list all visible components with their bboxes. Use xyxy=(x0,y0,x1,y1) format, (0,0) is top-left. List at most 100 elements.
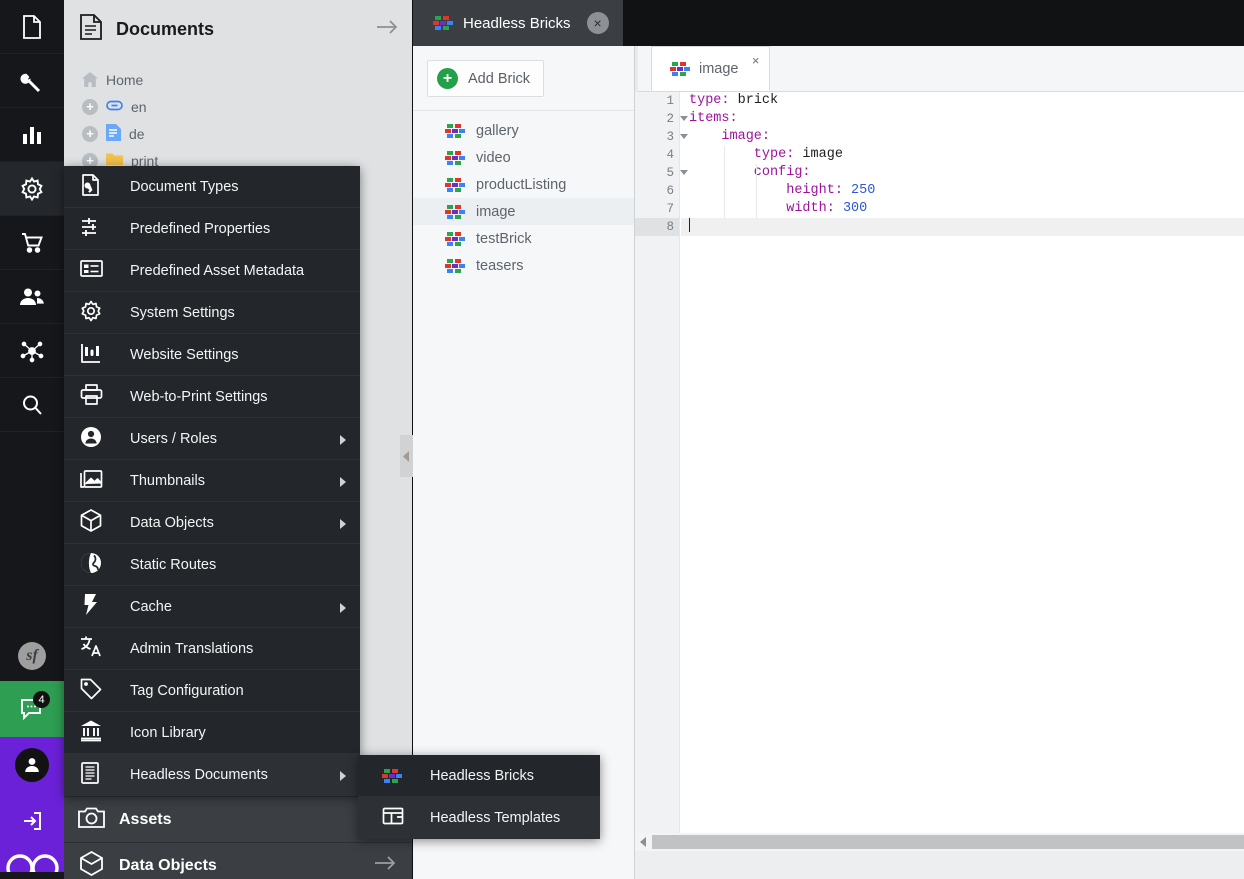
submenu-item-headless-templates[interactable]: Headless Templates xyxy=(358,797,600,839)
rail-symfony-logo[interactable]: sf xyxy=(0,631,64,681)
brick-list-item[interactable]: gallery xyxy=(413,117,634,144)
rail-item-settings[interactable] xyxy=(0,162,64,216)
brick-list-item[interactable]: image xyxy=(413,198,634,225)
menu-item-icon-wrap xyxy=(80,509,130,536)
cube-icon xyxy=(80,509,102,536)
code-token: height: xyxy=(689,183,843,198)
code-line: width: 300 xyxy=(681,200,1244,218)
menu-item-cache[interactable]: Cache xyxy=(64,586,360,628)
rail-item-customers[interactable] xyxy=(0,270,64,324)
brick-list: gallery video productListing image testBrick… xyxy=(413,110,634,279)
menu-item-web-to-print-settings[interactable]: Web-to-Print Settings xyxy=(64,376,360,418)
translate-icon xyxy=(80,635,102,662)
menu-item-icon-library[interactable]: Icon Library xyxy=(64,712,360,754)
documents-panel-header[interactable]: Documents xyxy=(64,0,412,58)
scrollbar-thumb[interactable] xyxy=(652,835,1244,849)
menu-item-document-types[interactable]: Document Types xyxy=(64,166,360,208)
brick-list-item-label: productListing xyxy=(476,176,567,193)
add-brick-button[interactable]: + Add Brick xyxy=(427,60,545,97)
menu-item-data-objects[interactable]: Data Objects xyxy=(64,502,360,544)
brick-list-item[interactable]: productListing xyxy=(413,171,634,198)
brick-icon xyxy=(445,231,465,246)
close-icon[interactable]: × xyxy=(752,53,760,68)
text-caret xyxy=(689,218,690,232)
rail-item-notifications[interactable]: 4 xyxy=(0,681,64,737)
rail-brand-logo xyxy=(0,848,64,872)
menu-item-icon-wrap xyxy=(80,762,130,788)
code-line: items: xyxy=(681,110,1244,128)
rail-item-reports[interactable] xyxy=(0,108,64,162)
website-icon xyxy=(80,342,102,368)
rail-item-documents[interactable] xyxy=(0,0,64,54)
menu-item-website-settings[interactable]: Website Settings xyxy=(64,334,360,376)
scroll-left-icon[interactable] xyxy=(635,833,652,851)
brick-list-item[interactable]: teasers xyxy=(413,252,634,279)
bolt-icon xyxy=(80,593,101,620)
menu-item-system-settings[interactable]: System Settings xyxy=(64,292,360,334)
code-token: width: xyxy=(689,201,835,216)
chevron-right-icon xyxy=(340,771,346,781)
expand-icon[interactable]: + xyxy=(82,125,98,142)
tree-row[interactable]: Home xyxy=(64,66,412,93)
code-line: type: brick xyxy=(681,92,1244,110)
menu-item-predefined-properties[interactable]: Predefined Properties xyxy=(64,208,360,250)
menu-item-static-routes[interactable]: Static Routes xyxy=(64,544,360,586)
menu-item-users-roles[interactable]: Users / Roles xyxy=(64,418,360,460)
panel-collapse-handle[interactable] xyxy=(400,435,413,477)
settings-context-menu: Document Types Predefined Properties Prede… xyxy=(64,166,360,796)
brick-list-item[interactable]: video xyxy=(413,144,634,171)
data-objects-panel-header[interactable]: Data Objects xyxy=(64,842,412,879)
tree-row[interactable]: + de xyxy=(64,120,412,147)
menu-item-predefined-asset-metadata[interactable]: Predefined Asset Metadata xyxy=(64,250,360,292)
documents-tree: Home + en + de + print xyxy=(64,58,412,174)
menu-item-icon-wrap xyxy=(80,552,130,578)
brick-list-item-label: image xyxy=(476,203,516,220)
metadata-icon xyxy=(80,258,103,283)
brick-list-item-label: gallery xyxy=(476,122,519,139)
menu-item-thumbnails[interactable]: Thumbnails xyxy=(64,460,360,502)
code-token: brick xyxy=(729,93,779,108)
menu-item-icon-wrap xyxy=(80,300,130,326)
close-icon[interactable]: × xyxy=(586,12,609,34)
brick-list-item[interactable]: testBrick xyxy=(413,225,634,252)
menu-item-admin-translations[interactable]: Admin Translations xyxy=(64,628,360,670)
menu-item-icon-wrap xyxy=(80,635,130,662)
code-token: 300 xyxy=(842,201,868,216)
brick-list-item-label: video xyxy=(476,149,511,166)
code-content[interactable]: type: brick items: image: type: image con… xyxy=(681,92,1244,879)
code-line: config: xyxy=(681,164,1244,182)
code-token: type: xyxy=(689,147,795,162)
editor-horizontal-scrollbar[interactable] xyxy=(635,833,1244,851)
top-tab-headless-bricks[interactable]: Headless Bricks × xyxy=(413,0,623,46)
bank-icon xyxy=(80,719,102,746)
menu-item-headless-documents[interactable]: Headless Documents xyxy=(64,754,360,796)
code-editor[interactable]: 12345678 type: brick items: image: type: … xyxy=(635,92,1244,879)
submenu-item-headless-bricks[interactable]: Headless Bricks xyxy=(358,755,600,797)
line-number: 4 xyxy=(666,148,674,162)
menu-item-label: Cache xyxy=(130,598,172,615)
line-number-gutter: 12345678 xyxy=(635,92,688,879)
chevron-right-icon xyxy=(340,435,346,445)
globe-icon xyxy=(80,552,102,578)
arrow-right-icon[interactable] xyxy=(374,855,412,876)
expand-icon[interactable]: + xyxy=(82,98,98,115)
menu-item-label: Web-to-Print Settings xyxy=(130,388,268,405)
menu-item-label: Headless Documents xyxy=(130,767,268,783)
rail-item-ecommerce[interactable] xyxy=(0,216,64,270)
rail-item-datahub[interactable] xyxy=(0,324,64,378)
rail-item-search[interactable] xyxy=(0,378,64,432)
menu-item-label: Website Settings xyxy=(130,346,239,363)
arrow-right-icon[interactable] xyxy=(376,19,398,40)
tree-row-label: Home xyxy=(106,71,144,88)
menu-item-tag-configuration[interactable]: Tag Configuration xyxy=(64,670,360,712)
add-brick-label: Add Brick xyxy=(468,70,531,87)
left-icon-rail: sf 4 xyxy=(0,0,64,879)
tree-row[interactable]: + en xyxy=(64,93,412,120)
rail-item-profile[interactable] xyxy=(0,737,64,793)
line-number: 2 xyxy=(635,110,688,128)
headless-documents-submenu: Headless Bricks Headless Templates xyxy=(358,755,600,839)
rail-item-tools[interactable] xyxy=(0,54,64,108)
rail-item-logout[interactable] xyxy=(0,793,64,848)
editor-tab-image[interactable]: image × xyxy=(651,46,770,91)
